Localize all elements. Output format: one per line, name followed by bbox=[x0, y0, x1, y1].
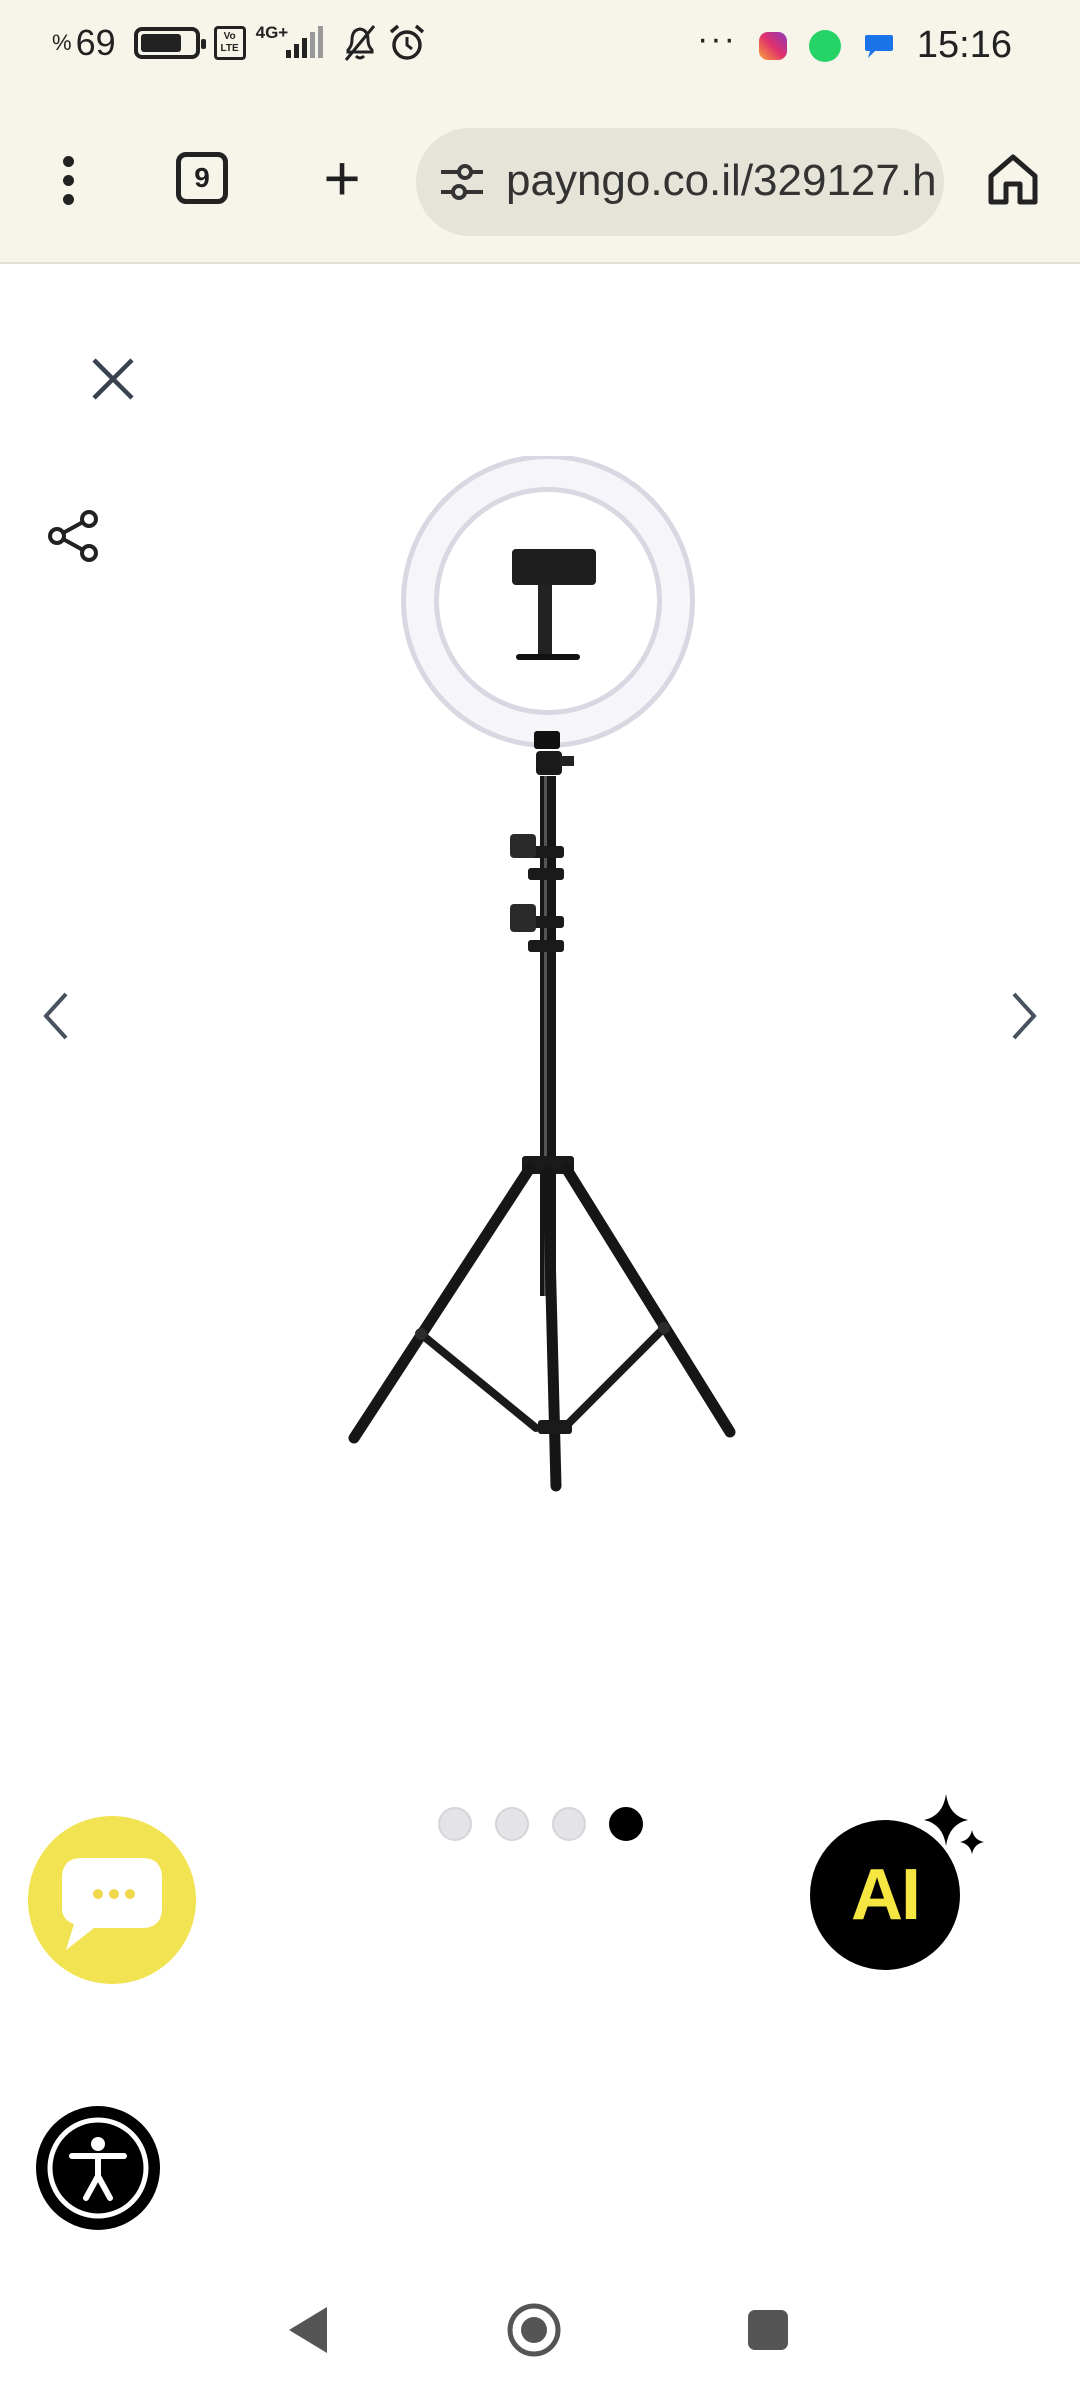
more-notifications-icon: ··· bbox=[696, 20, 737, 58]
status-bar: % 69 Vo LTE 4G+ ··· 15:16 bbox=[0, 0, 1080, 96]
mute-icon bbox=[345, 25, 376, 61]
battery-percent: 69 bbox=[75, 22, 116, 63]
status-right: ··· 15:16 bbox=[697, 20, 1012, 67]
share-icon[interactable] bbox=[44, 506, 104, 566]
accessibility-button[interactable] bbox=[36, 2106, 160, 2230]
signal-icon bbox=[286, 26, 324, 58]
system-nav-bar bbox=[0, 2268, 1080, 2400]
back-icon[interactable] bbox=[276, 2298, 340, 2362]
messages-icon bbox=[864, 34, 893, 58]
pager-dot-active[interactable] bbox=[609, 1807, 643, 1841]
status-left: % 69 Vo LTE 4G+ bbox=[52, 22, 426, 64]
address-bar[interactable]: payngo.co.il/329127.h bbox=[416, 128, 944, 236]
home-icon[interactable] bbox=[980, 146, 1046, 212]
battery-icon bbox=[133, 27, 206, 59]
whatsapp-icon bbox=[808, 29, 841, 62]
clock: 15:16 bbox=[916, 24, 1012, 66]
close-icon[interactable] bbox=[84, 350, 142, 408]
tabs-button[interactable]: 9 bbox=[176, 152, 228, 204]
chat-button[interactable] bbox=[28, 1816, 196, 1984]
home-nav-icon[interactable] bbox=[502, 2298, 566, 2362]
accessibility-icon bbox=[47, 2117, 149, 2219]
product-gallery[interactable] bbox=[0, 266, 1080, 1900]
volte-icon: Vo LTE bbox=[213, 26, 246, 60]
pager-dot[interactable] bbox=[438, 1807, 472, 1841]
product-image bbox=[348, 456, 736, 1492]
battery-percent-symbol: % bbox=[52, 30, 72, 55]
plus-icon[interactable]: + bbox=[312, 146, 372, 210]
ai-label: AI bbox=[851, 1855, 921, 1935]
network-type: 4G+ bbox=[255, 23, 289, 42]
pager-dot[interactable] bbox=[495, 1807, 529, 1841]
recents-icon[interactable] bbox=[736, 2298, 800, 2362]
sparkle-icon bbox=[924, 1794, 984, 1854]
menu-icon[interactable] bbox=[40, 150, 96, 210]
chevron-right-icon[interactable] bbox=[1000, 976, 1050, 1056]
url-text[interactable]: payngo.co.il/329127.h bbox=[506, 156, 937, 206]
chevron-left-icon[interactable] bbox=[30, 976, 80, 1056]
pager-dot[interactable] bbox=[552, 1807, 586, 1841]
chat-icon bbox=[62, 1858, 162, 1950]
alarm-icon bbox=[390, 24, 425, 60]
gallery-pager bbox=[438, 1807, 643, 1841]
browser-toolbar: 9 + payngo.co.il/329127.h bbox=[0, 96, 1080, 264]
site-settings-icon[interactable] bbox=[438, 160, 486, 204]
instagram-icon bbox=[758, 31, 787, 60]
